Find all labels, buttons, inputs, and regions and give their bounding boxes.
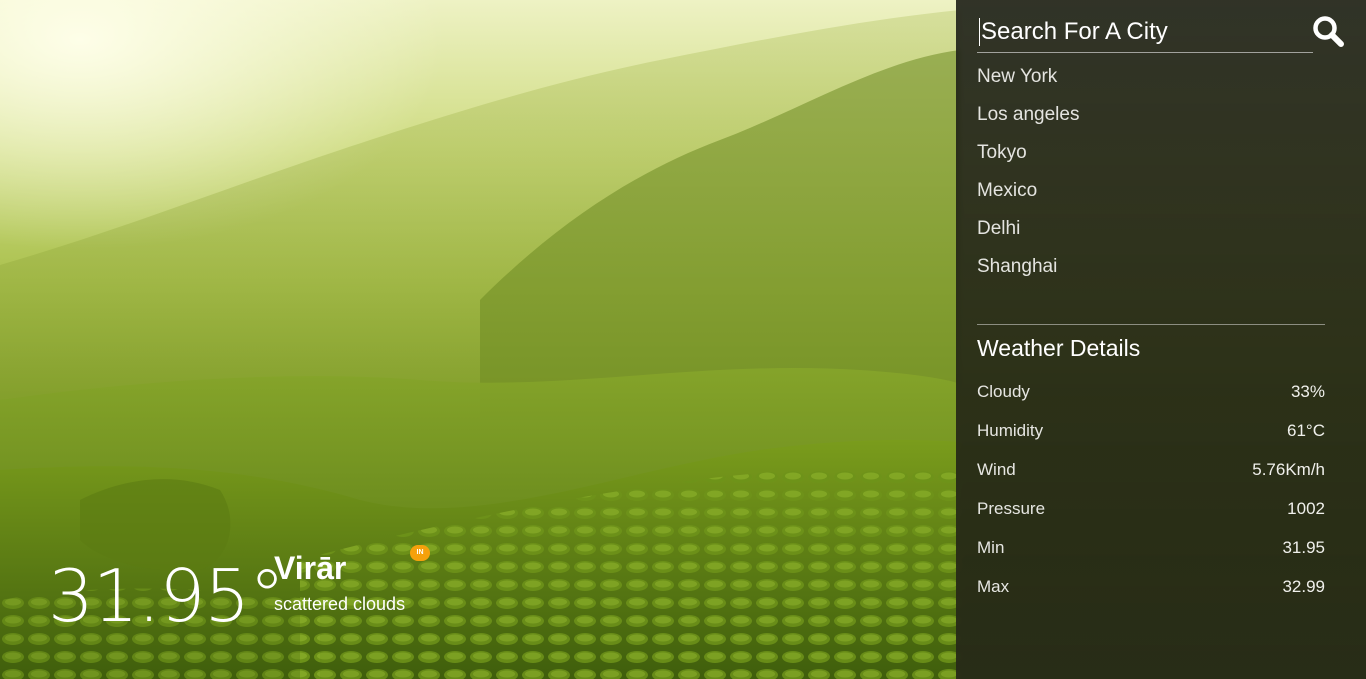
detail-value: 33% <box>1290 382 1325 401</box>
detail-row-max: Max 32.99 <box>977 567 1325 606</box>
current-city-name: Virār <box>274 550 347 586</box>
city-item-mexico[interactable]: Mexico <box>977 172 1079 210</box>
detail-row-wind: Wind 5.76Km/h <box>977 450 1325 489</box>
detail-row-cloudy: Cloudy 33% <box>977 372 1325 411</box>
detail-row-humidity: Humidity 61°C <box>977 411 1325 450</box>
section-divider <box>977 324 1325 325</box>
detail-value: 1002 <box>1287 499 1325 518</box>
weather-details-list: Cloudy 33% Humidity 61°C Wind 5.76Km/h P… <box>977 372 1325 606</box>
weather-condition: scattered clouds <box>274 594 406 614</box>
detail-label: Wind <box>977 460 1016 479</box>
detail-label: Pressure <box>977 499 1046 518</box>
current-temperature: 31.95° <box>48 554 285 638</box>
city-search-input[interactable] <box>977 14 1307 50</box>
detail-label: Cloudy <box>977 382 1030 401</box>
detail-label: Max <box>977 577 1010 596</box>
detail-value: 31.95 <box>1282 538 1325 557</box>
country-code-badge: IN <box>410 545 430 561</box>
city-item-los-angeles[interactable]: Los angeles <box>977 96 1079 134</box>
city-item-new-york[interactable]: New York <box>977 58 1079 96</box>
city-item-tokyo[interactable]: Tokyo <box>977 134 1079 172</box>
detail-value: 61°C <box>1287 421 1325 440</box>
text-caret <box>979 18 980 46</box>
detail-label: Humidity <box>977 421 1044 440</box>
detail-value: 32.99 <box>1282 577 1325 596</box>
sidebar-panel: New York Los angeles Tokyo Mexico Delhi … <box>956 0 1366 679</box>
city-item-shanghai[interactable]: Shanghai <box>977 248 1079 286</box>
search-bar <box>977 14 1313 53</box>
detail-row-pressure: Pressure 1002 <box>977 489 1325 528</box>
detail-row-min: Min 31.95 <box>977 528 1325 567</box>
weather-details-title: Weather Details <box>977 335 1141 361</box>
detail-label: Min <box>977 538 1005 557</box>
detail-value: 5.76Km/h <box>1252 460 1325 479</box>
search-button[interactable] <box>1311 14 1347 50</box>
weather-app: New York Los angeles Tokyo Mexico Delhi … <box>0 0 1366 679</box>
search-icon <box>1313 16 1344 47</box>
city-suggestion-list: New York Los angeles Tokyo Mexico Delhi … <box>977 58 1079 286</box>
city-item-delhi[interactable]: Delhi <box>977 210 1079 248</box>
